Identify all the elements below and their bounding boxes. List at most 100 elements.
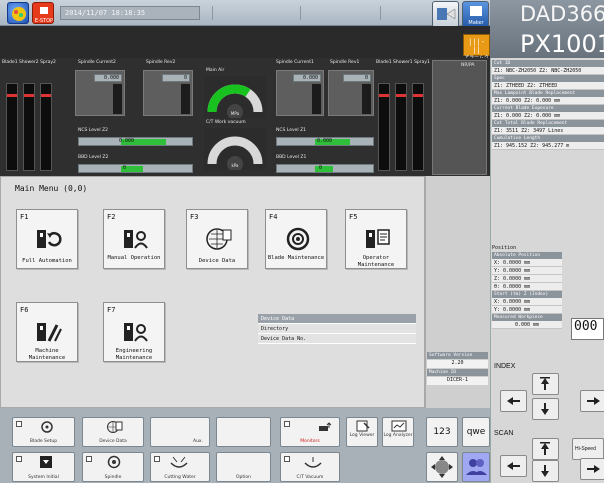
right-bars-label: Blade1 Shower1 Spray1 [376,60,430,65]
ncs-level-z2-bar: 0.000 [78,137,193,146]
machine-id-label: Machine ID [427,369,488,376]
spec-header: Spec [492,75,604,82]
spindle-current2-panel: 0.000 [75,70,125,116]
manual-operation-button[interactable]: F2 Manual Operation [103,209,165,269]
option-button[interactable]: Option [216,452,271,482]
checkbox[interactable] [16,456,22,462]
full-automation-button[interactable]: F1 Full Automation [16,209,78,269]
spindle-icon [107,455,121,469]
cumulative-length-value: Z1: 945.152 Z2: 945.277 m [492,142,604,150]
aux-button[interactable]: Aux. [150,417,210,447]
cutting-water-button[interactable]: Cutting Water [150,452,210,482]
kerf-header: Max Lampoint Blade Replacement [492,90,604,97]
cutting-water-label: Cutting Water [164,475,196,480]
ncs-level-z1-value: 0.000 [317,138,333,144]
ct-vacuum-button[interactable]: C/T Vacuum [280,452,340,482]
emergency-icon[interactable]: E-STOP [32,2,54,24]
index-right-button[interactable] [580,390,604,412]
device-data-button[interactable]: F3 Device Data [186,209,248,269]
system-initial-button[interactable]: System Initial [12,452,75,482]
bbd-level-z2-value: 0 [123,165,127,171]
f4-key-label: F4 [269,213,278,221]
blade-level-bar [6,83,18,171]
blade-maintenance-button[interactable]: F4 Blade Maintenance [265,209,327,269]
device-table-row: Directory [258,324,416,334]
monitors-button[interactable]: Monitors [280,417,340,447]
shower-level-bar [395,83,407,171]
index-down-button[interactable] [532,398,559,420]
counter-display: 000 [571,318,604,340]
navigation-button[interactable] [426,452,458,482]
empty-button[interactable] [216,417,271,447]
user-button[interactable] [462,452,490,482]
cut-id-header: Cut ID [492,60,604,67]
checkbox[interactable] [154,456,160,462]
ncs-level-z1-label: NCS Level Z1 [276,128,307,133]
scan-up-button[interactable] [532,438,559,460]
blade-exposure-value: Z1: 0.000 Z2: 0.000 mm [492,112,604,120]
blade-setup-button[interactable]: Blade Setup [12,417,75,447]
spindle-button[interactable]: Spindle [82,452,144,482]
numeric-keypad-button[interactable]: 123 [426,417,458,447]
full-automation-icon [37,230,62,248]
spindle-current2-label: Spindle Current2 [78,60,116,65]
kerf-value: Z1: 0.000 Z2: 0.000 mm [492,97,604,105]
spindle-rev2-panel: 0 [143,70,193,116]
f1-key-label: F1 [20,213,29,221]
checkbox[interactable] [284,456,290,462]
operator-maintenance-button[interactable]: F5 Operator Maintenance [345,209,407,269]
index-label: INDEX [494,363,516,370]
ct-vacuum-gauge: kPa [204,128,266,172]
f6-key-label: F6 [20,306,29,314]
engineering-maintenance-button[interactable]: F7 Engineering Maintenance [103,302,165,362]
blade-level-bar [378,83,390,171]
device-data-no-label: Device Data No. [261,336,307,342]
cumulative-length-header: Cumulative Length [492,135,604,142]
alarm-clear-button[interactable]: |||-|| アラームクリア [463,34,490,68]
spray-level-bar [40,83,52,171]
absolute-position-header: Absolute Position [492,252,562,259]
index-left-button[interactable] [500,390,527,412]
scan-right-button[interactable] [580,458,604,480]
numeric-keypad-label: 123 [433,427,451,437]
position-z: Z: 0.0000 mm [492,275,562,283]
device-data-label: Device Data [198,258,236,264]
device-data-icon [206,228,232,250]
spindle-rev1-label: Spindle Rev1 [330,60,360,65]
spec-value: Z1: ZTHEED Z2: ZTHEED [492,82,604,90]
ncs-level-z2-label: NCS Level Z2 [78,128,109,133]
checkbox[interactable] [86,456,92,462]
blade-icon [41,421,53,433]
total-lines-value: Z1: 3511 Z2: 3497 Lines [492,127,604,135]
manual-operation-icon [124,230,148,249]
operator-maintenance-icon [366,229,390,248]
bbd-level-z2-bar: 0 [78,164,193,173]
screen-switch-button[interactable] [432,1,459,28]
scan-left-button[interactable] [500,455,527,477]
device-data-shortcut-button[interactable]: Device Data [82,417,144,447]
shower-level-bar [23,83,35,171]
index-up-button[interactable] [532,373,559,395]
spindle-current1-label: Spindle Current1 [276,60,314,65]
option-label: Option [235,475,252,480]
scan-down-button[interactable] [532,460,559,482]
main-air-unit: MPa [231,111,240,116]
position-y: Y: 0.0000 mm [492,267,562,275]
cut-id-value: Z1: NBC-ZH2050 Z2: NBC-ZH2050 [492,67,604,75]
machine-maintenance-button[interactable]: F6 Machine Maintenance [16,302,78,362]
ct-vacuum-label: C/T Vacuum [296,475,324,480]
hi-speed-button[interactable]: Hi-Speed [572,438,604,460]
maker-button[interactable]: Maker [462,1,489,28]
checkbox[interactable] [284,421,290,427]
blade-setup-label: Blade Setup [29,439,58,444]
total-lines-header: Cut Total Blade Replacement [492,120,604,127]
spindle-rev1-value: 0 [343,74,371,82]
qwerty-keyboard-button[interactable]: qwe [462,417,490,447]
home-icon[interactable] [7,2,29,24]
checkbox[interactable] [16,421,22,427]
monitor-arrows-icon [319,422,332,431]
blade-maintenance-label: Blade Maintenance [267,255,325,261]
bbd-level-z1-value: 0 [319,165,323,171]
log-viewer-button[interactable]: Log Viewer [346,417,378,447]
log-analyzer-button[interactable]: Log Analyzer [382,417,414,447]
